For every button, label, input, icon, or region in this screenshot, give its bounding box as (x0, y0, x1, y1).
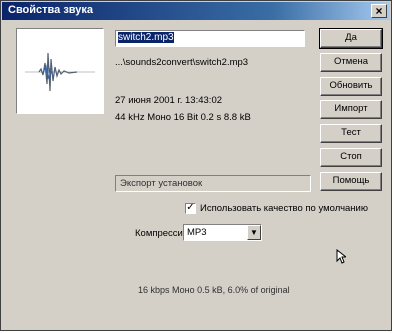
stop-button[interactable]: Стоп (320, 148, 382, 167)
close-button[interactable]: × (371, 4, 387, 18)
window-title: Свойства звука (8, 4, 94, 16)
default-quality-label: Использовать качество по умолчанию (200, 203, 368, 214)
export-status: Экспорт установок (115, 175, 311, 192)
compression-select[interactable]: MP3 ▼ (183, 224, 262, 241)
title-bar: Свойства звука × (2, 2, 390, 20)
import-button[interactable]: Импорт (320, 100, 382, 119)
waveform-preview (16, 28, 104, 114)
sound-name-value: switch2.mp3 (118, 32, 174, 43)
mouse-cursor-icon (336, 249, 346, 264)
compression-value: MP3 (187, 227, 207, 238)
file-date: 27 июня 2001 г. 13:43:02 (115, 95, 223, 106)
waveform-graphic (25, 52, 95, 92)
default-quality-checkbox[interactable]: ✓ (185, 203, 196, 214)
cancel-button[interactable]: Отмена (320, 53, 382, 72)
ok-button[interactable]: Да (319, 28, 383, 49)
sound-name-field[interactable]: switch2.mp3 (115, 30, 305, 47)
test-button[interactable]: Тест (320, 124, 382, 143)
help-button[interactable]: Помощь (320, 172, 382, 191)
update-button[interactable]: Обновить (320, 77, 382, 96)
sound-properties-dialog: Свойства звука × switch2.mp3 ...\sounds2… (0, 0, 392, 331)
file-format: 44 kHz Моно 16 Bit 0.2 s 8.8 kB (115, 112, 251, 123)
compression-summary: 16 kbps Моно 0.5 kB, 6.0% of original (138, 285, 290, 295)
chevron-down-icon[interactable]: ▼ (247, 225, 261, 240)
file-path: ...\sounds2convert\switch2.mp3 (115, 57, 249, 68)
